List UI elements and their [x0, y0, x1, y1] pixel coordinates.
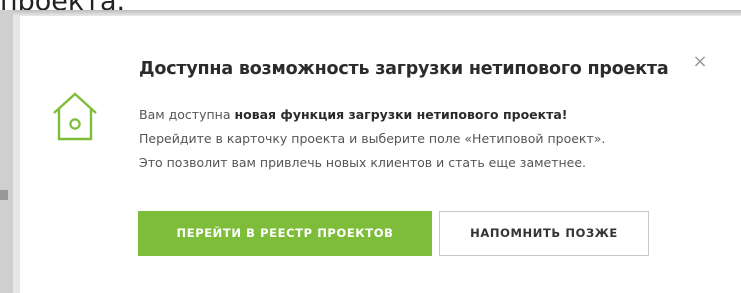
dialog-message: Вам доступна новая функция загрузки нети… — [139, 103, 605, 175]
close-button[interactable]: × — [690, 52, 710, 72]
house-icon — [53, 92, 97, 141]
overlay-left-strip-inner — [13, 10, 20, 293]
message-line-1-prefix: Вам доступна — [139, 107, 235, 122]
message-line-3: Это позволит вам привлечь новых клиентов… — [139, 155, 587, 170]
go-to-projects-registry-button[interactable]: ПЕРЕЙТИ В РЕЕСТР ПРОЕКТОВ — [138, 211, 432, 256]
dialog-title: Доступна возможность загрузки нетипового… — [139, 59, 669, 79]
overlay-left-strip — [0, 10, 13, 293]
message-line-1-highlight: новая функция загрузки нетипового проект… — [234, 107, 568, 122]
remind-later-button[interactable]: НАПОМНИТЬ ПОЗЖЕ — [439, 211, 649, 256]
close-icon: × — [692, 51, 708, 72]
message-line-1: Вам доступна новая функция загрузки нети… — [139, 103, 605, 127]
message-line-2: Перейдите в карточку проекта и выберите … — [139, 131, 606, 146]
notification-dialog: Доступна возможность загрузки нетипового… — [20, 16, 741, 293]
background-fragment — [0, 190, 8, 200]
